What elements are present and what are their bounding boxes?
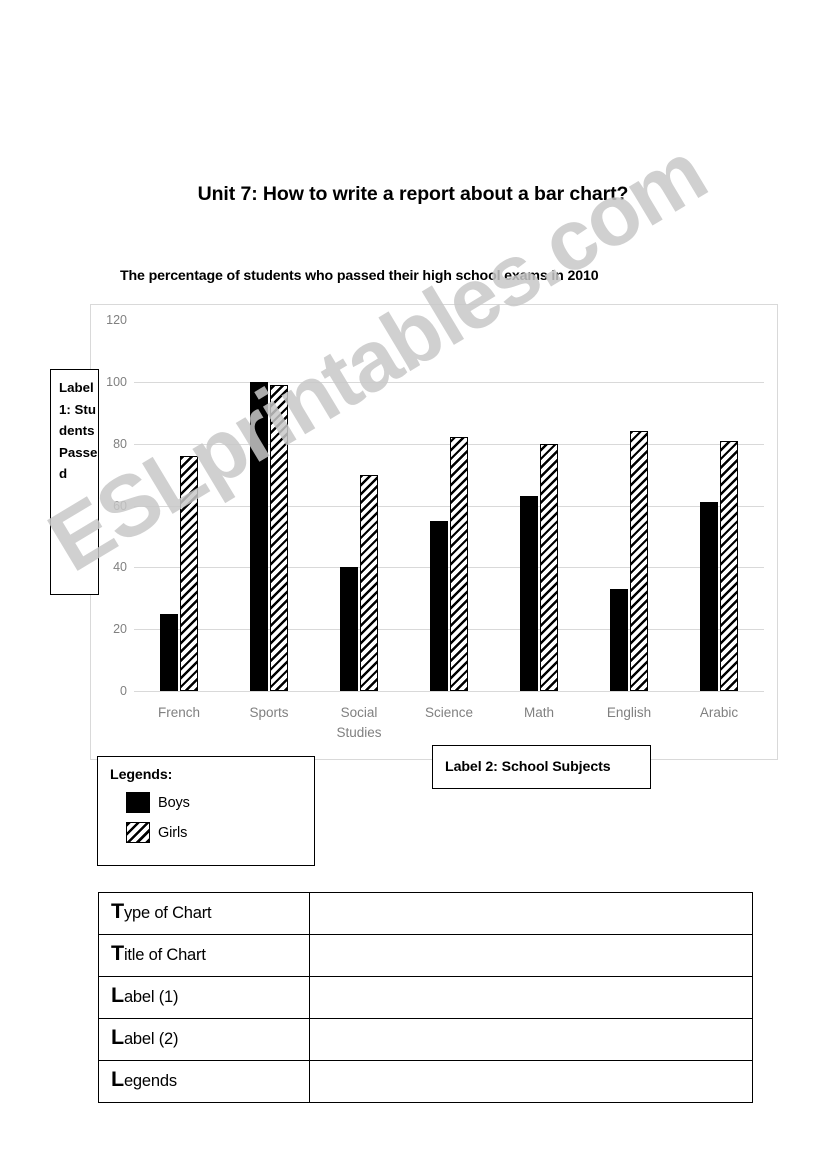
bar-group: Math xyxy=(520,320,558,720)
x-axis-tick-label: French xyxy=(157,705,201,720)
bar-group: Arabic xyxy=(700,320,738,720)
y-axis-tick-label: 120 xyxy=(106,313,127,327)
legend-label-boys: Boys xyxy=(158,794,190,811)
chart-title: The percentage of students who passed th… xyxy=(120,268,599,284)
bar-boys xyxy=(700,502,718,691)
x-axis-tick-label: Social Studies xyxy=(336,705,382,740)
y-axis-tick-label: 40 xyxy=(113,560,127,575)
table-answer-cell[interactable] xyxy=(309,934,753,977)
y-axis-tick-label: 0 xyxy=(120,684,127,698)
gridline xyxy=(134,691,764,692)
table-prompt-cell: Legends xyxy=(98,1060,310,1103)
bar-girls xyxy=(540,443,558,691)
bar-boys xyxy=(430,520,448,691)
bar-group: French xyxy=(158,320,200,720)
x-axis-tick-label: Arabic xyxy=(699,705,739,720)
bar-girls xyxy=(180,456,198,691)
bar-group: English xyxy=(607,320,651,720)
table-answer-cell[interactable] xyxy=(309,1060,753,1103)
black-square-swatch-icon xyxy=(126,792,150,813)
prompt-initial: T xyxy=(111,941,124,965)
bar-boys xyxy=(520,496,538,691)
bar-girls xyxy=(270,384,288,691)
legend-row-girls: Girls xyxy=(126,822,314,843)
legend-row-boys: Boys xyxy=(126,792,314,813)
prompt-initial: T xyxy=(111,899,124,923)
table-answer-cell[interactable] xyxy=(309,976,753,1019)
bar-group: Social Studies xyxy=(336,320,382,740)
y-axis-tick-label: 20 xyxy=(113,622,127,637)
table-prompt-cell: Label (1) xyxy=(98,976,310,1019)
bar-group: Sports xyxy=(249,320,289,720)
legends-title: Legends: xyxy=(110,767,173,783)
bar-boys xyxy=(160,613,178,691)
legends-annotation: Legends: Boys Girls xyxy=(97,756,315,866)
chart-frame: 0 20 40 60 80 100 120 French Sports Social Studi… xyxy=(90,304,778,760)
x-axis-tick-label: Sports xyxy=(249,705,289,720)
bar-boys xyxy=(340,567,358,691)
table-row: Label (1) xyxy=(98,976,753,1019)
table-row: Type of Chart xyxy=(98,892,753,935)
bar-girls xyxy=(360,474,378,691)
prompt-initial: L xyxy=(111,983,124,1007)
table-row: Title of Chart xyxy=(98,934,753,977)
label-1-annotation: Label 1: Students Passed xyxy=(50,369,99,595)
bar-girls xyxy=(720,440,738,691)
answer-table: Type of Chart Title of Chart Label (1) Labe… xyxy=(98,892,753,1103)
bar-boys xyxy=(610,588,628,691)
prompt-initial: L xyxy=(111,1025,124,1049)
label-2-annotation: Label 2: School Subjects xyxy=(432,745,651,789)
x-axis-tick-label: English xyxy=(606,705,652,720)
table-answer-cell[interactable] xyxy=(309,892,753,935)
table-prompt-cell: Label (2) xyxy=(98,1018,310,1061)
y-axis-tick-label: 100 xyxy=(106,374,127,389)
y-axis-tick-label: 60 xyxy=(113,498,127,513)
table-prompt-cell: Type of Chart xyxy=(98,892,310,935)
x-axis-tick-label: Math xyxy=(523,705,554,720)
table-answer-cell[interactable] xyxy=(309,1018,753,1061)
table-row: Label (2) xyxy=(98,1018,753,1061)
hatched-square-swatch-icon xyxy=(126,822,150,843)
bar-group: Science xyxy=(425,320,473,720)
prompt-initial: L xyxy=(111,1067,124,1091)
legend-label-girls: Girls xyxy=(158,824,188,841)
plot-area: 0 20 40 60 80 100 120 French Sports Social Studi… xyxy=(106,313,764,740)
bar-girls xyxy=(630,431,648,691)
bar-boys xyxy=(250,381,268,691)
table-row: Legends xyxy=(98,1060,753,1103)
bar-girls xyxy=(450,437,468,691)
table-prompt-cell: Title of Chart xyxy=(98,934,310,977)
x-axis-tick-label: Science xyxy=(424,705,474,720)
y-axis-tick-label: 80 xyxy=(113,436,127,451)
page-title: Unit 7: How to write a report about a ba… xyxy=(197,183,629,205)
